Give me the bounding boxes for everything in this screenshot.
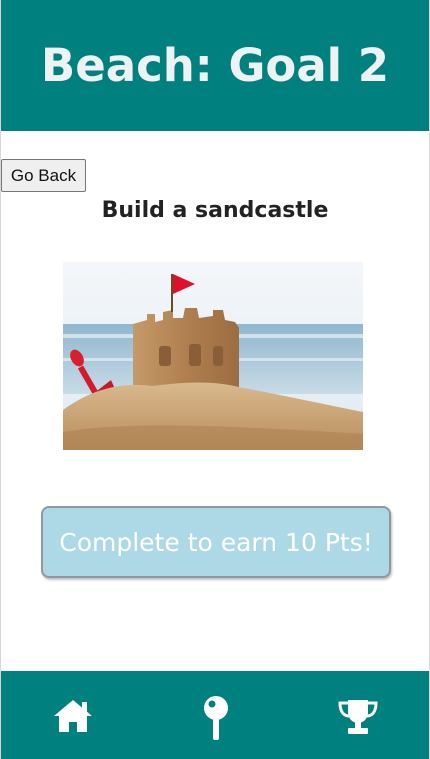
app-screen: Beach: Goal 2 Go Back Build a sandcastle	[0, 0, 430, 759]
bottom-nav	[1, 671, 429, 759]
go-back-button[interactable]: Go Back	[1, 159, 86, 192]
map-pin-icon[interactable]	[200, 694, 232, 740]
complete-goal-button[interactable]: Complete to earn 10 Pts!	[41, 506, 391, 578]
sandcastle-image	[63, 262, 363, 450]
trophy-icon[interactable]	[337, 698, 379, 736]
goal-image	[63, 262, 363, 450]
home-icon[interactable]	[53, 698, 93, 734]
page-title: Beach: Goal 2	[40, 39, 390, 92]
goal-title: Build a sandcastle	[101, 198, 329, 223]
page-header: Beach: Goal 2	[1, 0, 429, 131]
